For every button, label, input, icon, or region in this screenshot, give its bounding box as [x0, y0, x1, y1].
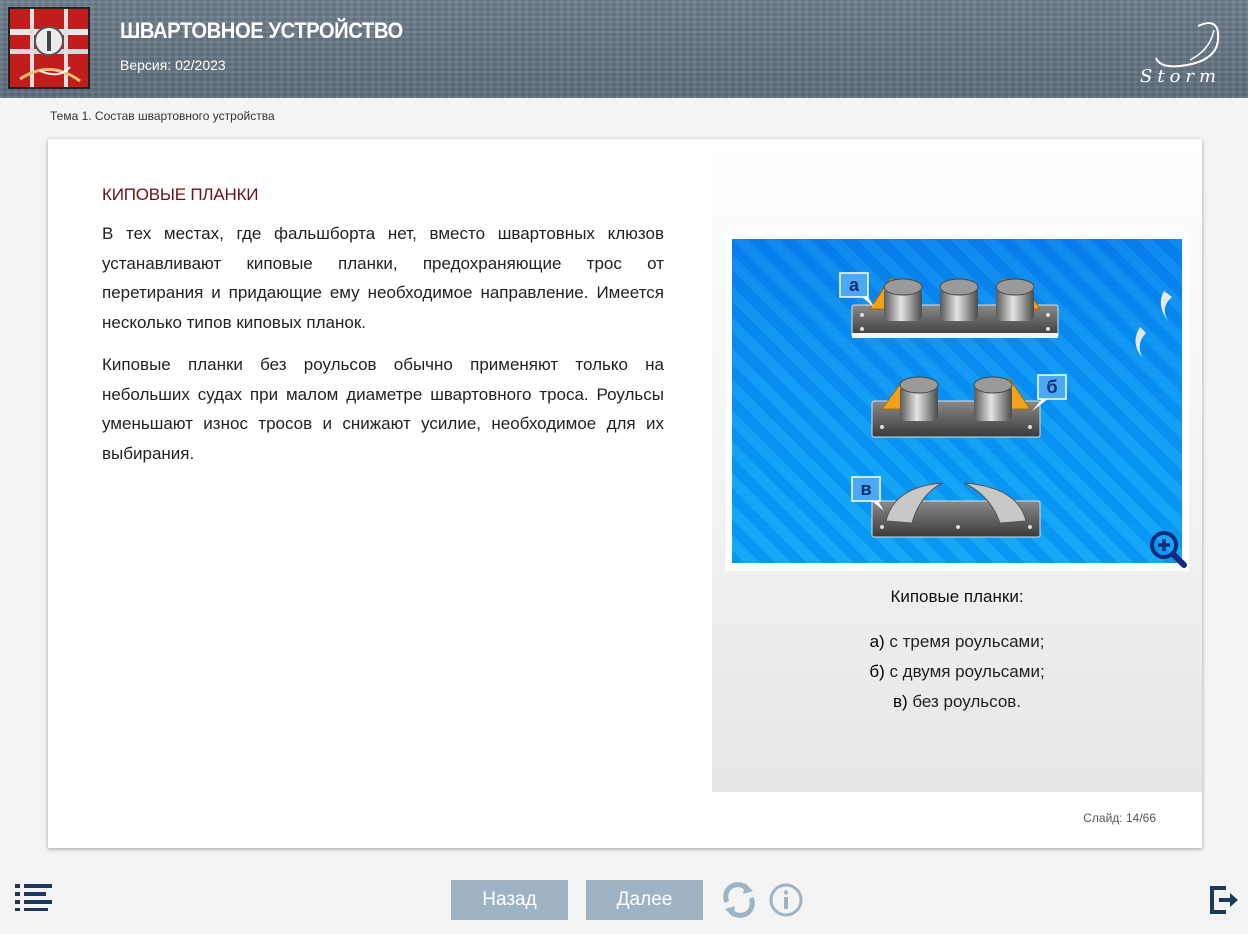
- exit-button[interactable]: [1208, 884, 1240, 916]
- menu-button[interactable]: [14, 882, 54, 912]
- section-title: КИПОВЫЕ ПЛАНКИ: [102, 185, 259, 204]
- svg-text:б: б: [1046, 377, 1057, 397]
- course-logo: [8, 7, 90, 89]
- figure-column: а б в Киповые планки: а) с тремя роульса…: [712, 139, 1202, 792]
- brand-text: Storm: [1140, 66, 1221, 87]
- app-header: ШВАРТОВНОЕ УСТРОЙСТВО Версия: 02/2023 St…: [0, 0, 1248, 98]
- info-button[interactable]: [768, 882, 804, 918]
- exit-icon: [1210, 886, 1238, 914]
- back-button[interactable]: Назад: [451, 880, 568, 920]
- breadcrumb: Тема 1. Состав швартовного устройства: [50, 109, 275, 123]
- course-version: Версия: 02/2023: [120, 57, 226, 73]
- caption-item: а) с тремя роульсами;: [869, 632, 1045, 651]
- paragraph: Киповые планки без роульсов обычно приме…: [102, 355, 664, 463]
- course-title: ШВАРТОВНОЕ УСТРОЙСТВО: [120, 18, 403, 43]
- fairlead-illustration: а б в: [732, 239, 1187, 568]
- figure-caption-list: а) с тремя роульсами; б) с двумя роульса…: [712, 627, 1202, 717]
- menu-icon: [15, 884, 52, 911]
- zoom-in-button[interactable]: [1148, 529, 1188, 569]
- next-button[interactable]: Далее: [586, 880, 703, 920]
- caption-item: в) без роульсов.: [892, 692, 1022, 711]
- figure-frame: а б в: [725, 231, 1189, 571]
- paragraph: В тех местах, где фальшборта нет, вместо…: [102, 224, 664, 332]
- slide-counter: Слайд: 14/66: [1083, 811, 1156, 825]
- reload-button[interactable]: [719, 880, 759, 920]
- reload-icon: [723, 882, 755, 918]
- figure-caption-title: Киповые планки:: [890, 587, 1024, 606]
- svg-text:а: а: [849, 275, 860, 295]
- info-icon: [769, 883, 803, 917]
- zoom-in-icon: [1150, 531, 1187, 568]
- slide-card: КИПОВЫЕ ПЛАНКИ В тех местах, где фальшбо…: [48, 139, 1202, 848]
- storm-brand-logo: Storm: [1140, 10, 1240, 88]
- text-column: КИПОВЫЕ ПЛАНКИ В тех местах, где фальшбо…: [102, 185, 664, 481]
- svg-text:в: в: [860, 479, 871, 499]
- caption-item: б) с двумя роульсами;: [869, 662, 1045, 681]
